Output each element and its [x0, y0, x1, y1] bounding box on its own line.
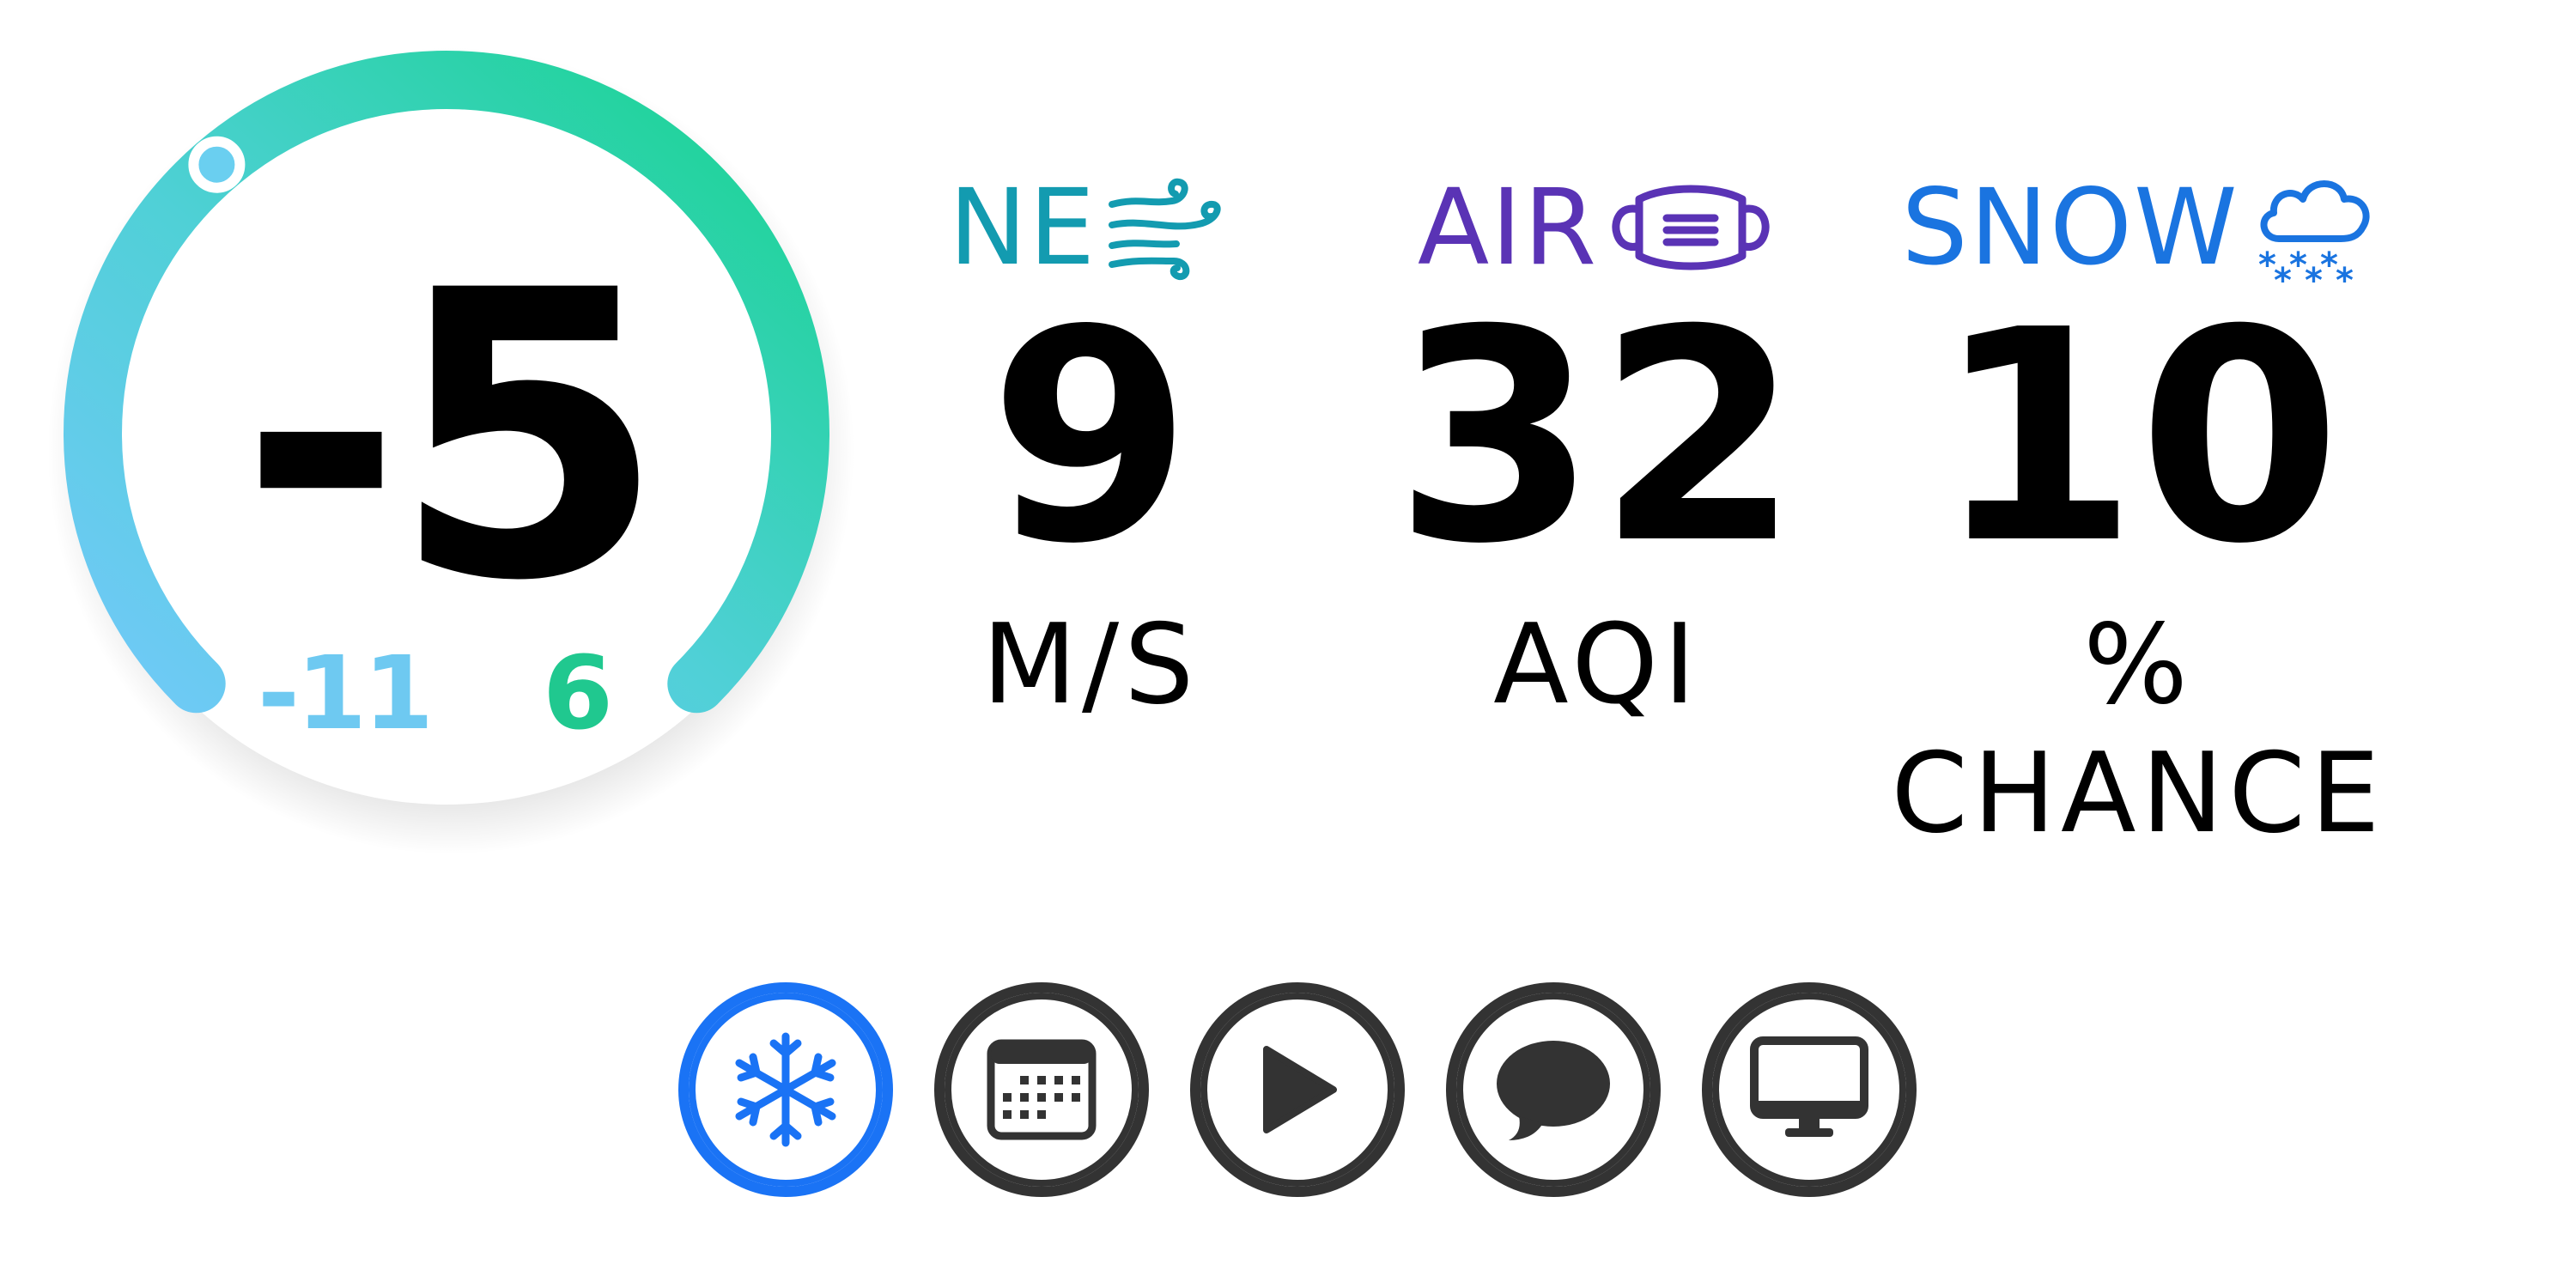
- air-stat: AIR 32 AQI: [1357, 155, 1838, 738]
- wind-icon: [1109, 178, 1221, 281]
- nav-button-calendar[interactable]: [934, 982, 1149, 1197]
- gauge-marker: [188, 136, 246, 193]
- temperature-gauge: -5 -11 6: [0, 0, 859, 859]
- nav-button-weather[interactable]: [678, 982, 893, 1197]
- wind-stat: NE 9 M/S: [910, 155, 1271, 738]
- snow-stat: SNOW * * * * * * 10 % CHANCE: [1838, 155, 2439, 858]
- snow-title: SNOW: [1901, 167, 2239, 289]
- speech-bubble-icon: [1497, 1041, 1610, 1140]
- air-quality-value: 32: [1394, 268, 1801, 608]
- min-temperature: -11: [258, 634, 434, 752]
- display-icon: [1750, 1036, 1868, 1137]
- current-temperature: -5: [239, 208, 666, 667]
- snow-unit: % CHANCE: [1891, 601, 2385, 858]
- air-unit: AQI: [1493, 601, 1701, 729]
- snow-chance-value: 10: [1935, 268, 2342, 608]
- nav-button-display[interactable]: [1702, 982, 1917, 1197]
- air-title: AIR: [1417, 167, 1599, 289]
- mask-icon: [1612, 185, 1770, 270]
- wind-direction: NE: [948, 167, 1097, 289]
- play-icon: [1263, 1046, 1337, 1133]
- calendar-icon: [987, 1039, 1097, 1140]
- nav-button-play[interactable]: [1190, 982, 1405, 1197]
- max-temperature: 6: [543, 634, 614, 752]
- nav-button-messages[interactable]: [1446, 982, 1661, 1197]
- wind-unit: M/S: [981, 601, 1200, 729]
- wind-speed: 9: [988, 268, 1193, 608]
- snowflake-icon: [735, 1032, 836, 1147]
